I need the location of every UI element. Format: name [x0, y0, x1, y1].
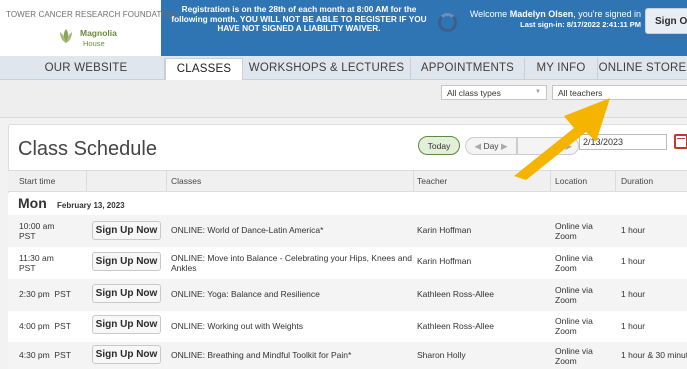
row-location: Online via: [555, 316, 593, 326]
row-teacher: Karin Hoffman: [417, 256, 472, 266]
tab-my-info[interactable]: MY INFO: [525, 58, 598, 80]
row-teacher: Karin Hoffman: [417, 225, 472, 235]
welcome-message: Welcome Madelyn Olsen, you're signed in: [460, 9, 641, 20]
pointer-arrow-icon: [514, 98, 610, 180]
chevron-left-icon[interactable]: ◀: [475, 141, 482, 151]
row-location: Online via: [555, 221, 593, 231]
foundation-name: TOWER CANCER RESEARCH FOUNDATION'S: [6, 10, 184, 19]
row-teacher: Kathleen Ross-Allee: [417, 289, 495, 299]
page-root: TOWER CANCER RESEARCH FOUNDATION'S Magno…: [0, 0, 687, 369]
column-classes: Classes: [171, 176, 202, 186]
row-time-zone: PST: [19, 231, 36, 241]
row-duration: 1 hour: [621, 321, 646, 331]
row-class: ONLINE: Breathing and Mindful Toolkit fo…: [171, 350, 352, 360]
brand-block[interactable]: TOWER CANCER RESEARCH FOUNDATION'S Magno…: [0, 0, 183, 56]
row-duration: 1 hour: [621, 256, 646, 266]
row-duration: 1 hour: [621, 289, 646, 299]
sign-up-button[interactable]: Sign Up Now: [92, 345, 161, 364]
row-location-2: Zoom: [555, 295, 577, 305]
welcome-suffix: , you're signed in: [573, 9, 641, 19]
row-location-2: Zoom: [555, 326, 577, 336]
row-location: Online via: [555, 346, 593, 356]
row-time: 4:30 pm PST: [19, 350, 71, 360]
sign-up-button[interactable]: Sign Up Now: [92, 252, 161, 271]
row-teacher: Sharon Holly: [417, 350, 466, 360]
row-location: Online via: [555, 285, 593, 295]
row-time: 4:00 pm PST: [19, 321, 71, 331]
row-location: Online via: [555, 253, 593, 263]
sign-up-button[interactable]: Sign Up Now: [92, 315, 161, 334]
column-divider: [413, 171, 414, 191]
row-time: 2:30 pm PST: [19, 289, 71, 299]
row-location-2: Zoom: [555, 263, 577, 273]
column-divider: [166, 171, 167, 191]
row-class: ONLINE: Working out with Weights: [171, 321, 303, 331]
row-class: ONLINE: World of Dance-Latin America*: [171, 225, 324, 235]
tab-online-store[interactable]: ONLINE STORE: [598, 58, 687, 80]
sign-out-button[interactable]: Sign Out: [645, 8, 687, 34]
sign-up-button[interactable]: Sign Up Now: [92, 221, 161, 240]
row-duration: 1 hour & 30 minutes: [621, 350, 687, 360]
welcome-prefix: Welcome: [469, 9, 510, 19]
tab-classes[interactable]: CLASSES: [165, 58, 243, 80]
column-teacher: Teacher: [417, 176, 448, 186]
row-time: 11:30 am: [19, 253, 54, 263]
row-class: ONLINE: Yoga: Balance and Resilience: [171, 289, 320, 299]
column-divider: [86, 171, 87, 191]
loading-spinner-icon: [438, 13, 457, 32]
row-location-2: Zoom: [555, 231, 577, 241]
column-start-time: Start time: [19, 176, 56, 186]
last-signin: Last sign-in: 8/17/2022 2:41:11 PM: [520, 20, 641, 29]
page-title: Class Schedule: [18, 138, 157, 160]
sign-up-button[interactable]: Sign Up Now: [92, 284, 161, 303]
house-name: Magnolia: [80, 28, 117, 38]
tab-workshops-lectures[interactable]: WORKSHOPS & LECTURES: [243, 58, 411, 80]
user-name: Madelyn Olsen: [509, 9, 574, 19]
row-location-2: Zoom: [555, 356, 577, 366]
view-label: Day: [483, 141, 499, 151]
row-class: ONLINE: Move into Balance - Celebrating …: [171, 253, 412, 263]
tab-our-website[interactable]: OUR WEBSITE: [8, 58, 165, 80]
day-date: February 13, 2023: [57, 201, 125, 210]
class-type-value: All class types: [447, 88, 501, 98]
magnolia-logo-icon: [60, 29, 72, 43]
day-name: Mon: [18, 195, 47, 211]
row-time-zone: PST: [19, 263, 36, 273]
row-teacher: Kathleen Ross-Allee: [417, 321, 495, 331]
row-class-2: Ankles: [171, 263, 197, 273]
house-sub: House: [83, 39, 105, 48]
registration-notice: Registration is on the 28th of each mont…: [171, 4, 427, 34]
tab-appointments[interactable]: APPOINTMENTS: [411, 58, 525, 80]
today-button[interactable]: Today: [418, 136, 460, 155]
row-duration: 1 hour: [621, 225, 646, 235]
row-time: 10:00 am: [19, 221, 55, 231]
calendar-icon[interactable]: [674, 134, 687, 149]
